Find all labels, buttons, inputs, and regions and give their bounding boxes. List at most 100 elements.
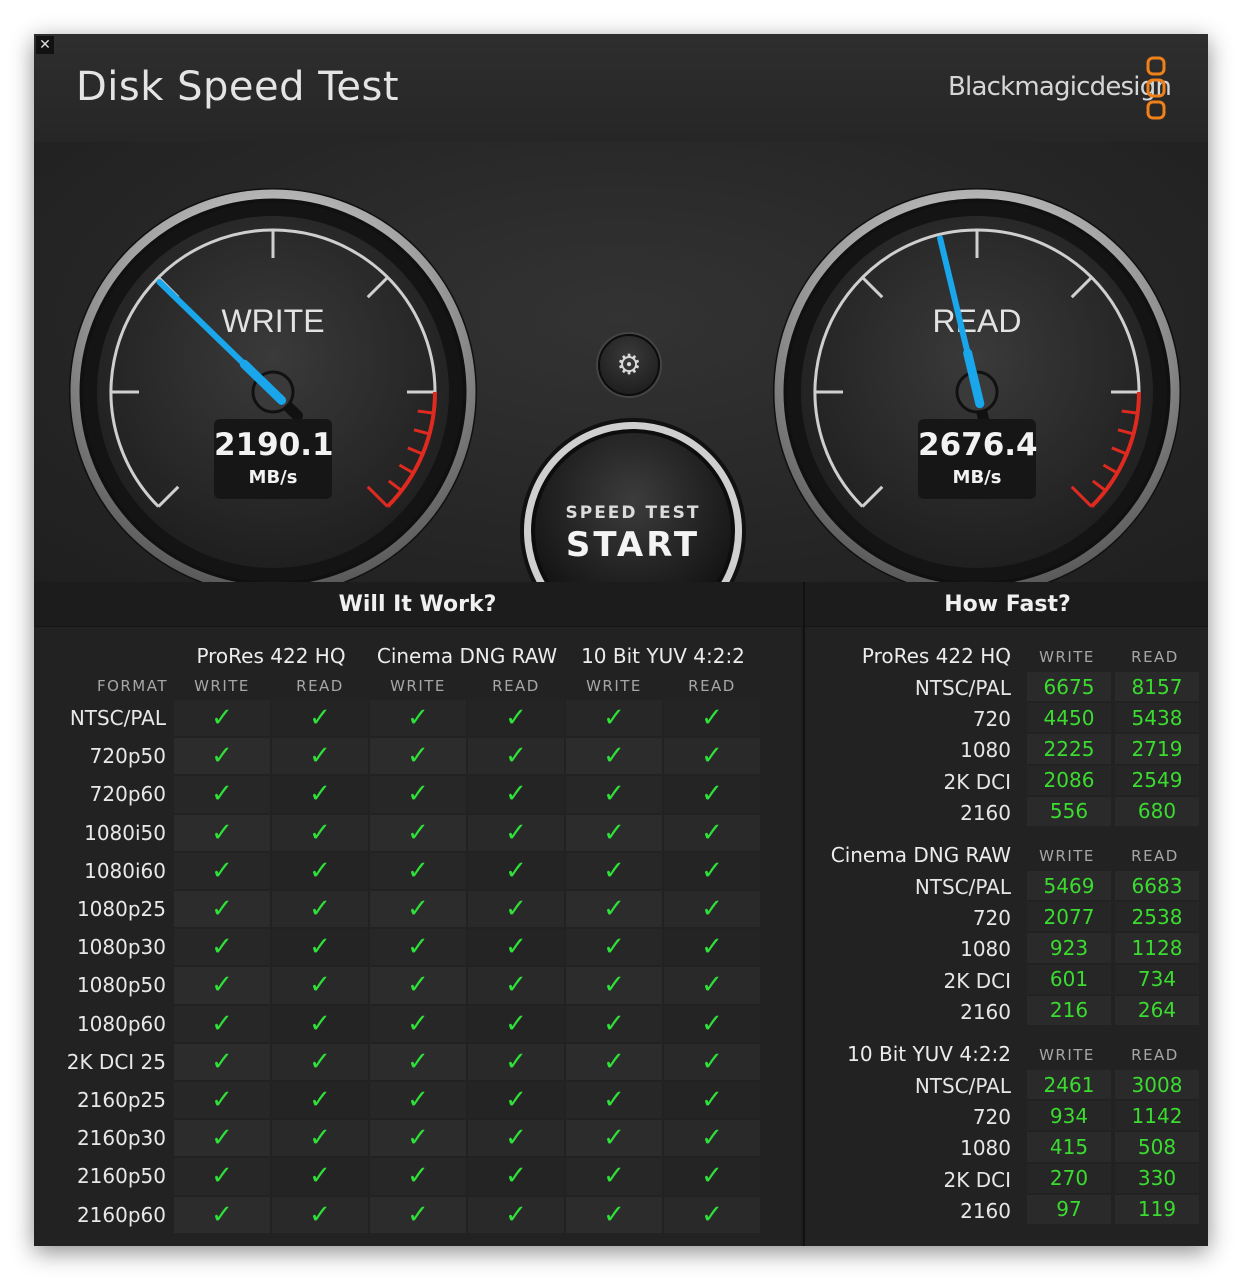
format-row-label: 1080i50 [84, 820, 166, 845]
how-fast-write-value: 556 [1049, 799, 1089, 824]
check-icon: ✓ [603, 855, 625, 886]
check-icon: ✓ [505, 779, 527, 810]
compat-cell: ✓ [174, 1005, 270, 1042]
check-icon: ✓ [701, 970, 723, 1001]
compat-cell: ✓ [468, 929, 564, 966]
compat-cell: ✓ [174, 776, 270, 813]
format-row-label: 1080p25 [76, 897, 166, 921]
read-gauge-label: READ [933, 303, 1022, 339]
how-fast-read-cell: 734 [1115, 964, 1199, 994]
compat-cell: ✓ [566, 700, 662, 737]
how-fast-write-cell: 415 [1027, 1132, 1111, 1162]
how-fast-title: How Fast? [805, 582, 1208, 627]
read-column-header: READ [688, 677, 736, 695]
compat-cell: ✓ [664, 1005, 760, 1042]
how-fast-read-cell: 1128 [1115, 933, 1199, 963]
close-button[interactable]: ✕ [36, 36, 54, 54]
check-icon: ✓ [505, 1085, 527, 1116]
check-icon: ✓ [407, 1046, 429, 1077]
how-fast-format-label: NTSC/PAL [914, 676, 1011, 700]
compat-cell: ✓ [468, 1158, 564, 1195]
check-icon: ✓ [407, 741, 429, 772]
compat-cell: ✓ [272, 929, 368, 966]
check-icon: ✓ [701, 703, 723, 734]
write-column-header: WRITE [390, 677, 446, 695]
check-icon: ✓ [407, 932, 429, 963]
check-icon: ✓ [309, 779, 331, 810]
check-icon: ✓ [505, 703, 527, 734]
how-fast-write-cell: 2077 [1027, 902, 1111, 932]
write-speed-value: 2190.1 [214, 427, 334, 463]
how-fast-write-cell: 2086 [1027, 765, 1111, 795]
how-fast-read-value: 734 [1137, 967, 1177, 992]
how-fast-format-label: 2160 [960, 800, 1011, 825]
how-fast-write-cell: 270 [1027, 1163, 1111, 1193]
how-fast-format-label: 720 [972, 707, 1011, 732]
check-icon: ✓ [407, 1199, 429, 1230]
check-icon: ✓ [603, 932, 625, 963]
check-icon: ✓ [309, 1123, 331, 1154]
compat-cell: ✓ [370, 1005, 466, 1042]
compat-cell: ✓ [272, 891, 368, 928]
how-fast-read-value: 1142 [1131, 1103, 1183, 1128]
how-fast-write-cell: 556 [1027, 796, 1111, 826]
how-fast-codec-header: Cinema DNG RAW [830, 843, 1011, 867]
compat-cell: ✓ [468, 1196, 564, 1233]
compat-cell: ✓ [664, 891, 760, 928]
compat-cell: ✓ [370, 700, 466, 737]
compat-cell: ✓ [272, 1120, 368, 1157]
check-icon: ✓ [603, 1161, 625, 1192]
how-fast-format-label: 1080 [960, 738, 1011, 763]
format-row-label: 2160p50 [76, 1164, 166, 1189]
how-fast-write-cell: 5469 [1027, 871, 1111, 901]
check-icon: ✓ [309, 970, 331, 1001]
check-icon: ✓ [309, 741, 331, 772]
compat-cell: ✓ [566, 1158, 662, 1195]
how-fast-read-value: 119 [1137, 1197, 1177, 1222]
read-gauge-redzone-tick [1121, 409, 1138, 415]
how-fast-write-value: 415 [1049, 1134, 1089, 1159]
format-row-label: 2K DCI 25 [66, 1049, 166, 1074]
check-icon: ✓ [211, 817, 233, 848]
compat-cell: ✓ [174, 929, 270, 966]
compat-cell: ✓ [566, 1120, 662, 1157]
compat-cell: ✓ [174, 738, 270, 775]
format-row-label: 720p60 [89, 782, 166, 807]
compat-cell: ✓ [468, 891, 564, 928]
check-icon: ✓ [701, 855, 723, 886]
check-icon: ✓ [309, 817, 331, 848]
check-icon: ✓ [309, 1199, 331, 1230]
how-fast-write-value: 934 [1049, 1103, 1089, 1128]
check-icon: ✓ [701, 932, 723, 963]
compat-cell: ✓ [468, 1005, 564, 1042]
compat-cell: ✓ [174, 1196, 270, 1233]
check-icon: ✓ [211, 970, 233, 1001]
compat-cell: ✓ [468, 1082, 564, 1119]
how-fast-write-header: WRITE [1039, 847, 1095, 865]
format-row-label: 1080p30 [76, 935, 166, 960]
compat-cell: ✓ [272, 1158, 368, 1195]
check-icon: ✓ [407, 817, 429, 848]
compat-cell: ✓ [370, 852, 466, 889]
compat-cell: ✓ [174, 1120, 270, 1157]
how-fast-format-label: 2K DCI [943, 968, 1011, 993]
check-icon: ✓ [309, 1085, 331, 1116]
settings-gear-icon[interactable]: ⚙ [598, 334, 660, 396]
format-row-label: 2160p60 [76, 1202, 166, 1227]
how-fast-read-cell: 3008 [1115, 1070, 1199, 1100]
codec-header: ProRes 422 HQ [196, 644, 346, 668]
how-fast-write-cell: 216 [1027, 995, 1111, 1025]
check-icon: ✓ [505, 1008, 527, 1039]
compat-cell: ✓ [566, 1082, 662, 1119]
how-fast-write-cell: 923 [1027, 933, 1111, 963]
compat-cell: ✓ [468, 967, 564, 1004]
read-speed-value: 2676.4 [918, 427, 1038, 463]
compat-cell: ✓ [566, 1005, 662, 1042]
check-icon: ✓ [603, 1123, 625, 1154]
compat-cell: ✓ [566, 1043, 662, 1080]
write-gauge-redzone-tick [417, 409, 434, 415]
compat-cell: ✓ [370, 891, 466, 928]
will-it-work-panel: Will It Work? ProRes 422 HQ WRITE READ Cine… [34, 582, 801, 1246]
check-icon: ✓ [701, 1123, 723, 1154]
check-icon: ✓ [407, 970, 429, 1001]
